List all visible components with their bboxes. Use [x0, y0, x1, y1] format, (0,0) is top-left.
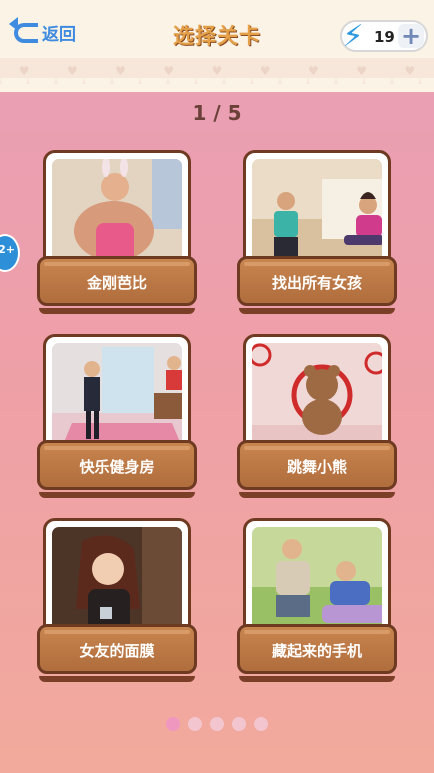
page-dot-4[interactable] — [232, 717, 246, 731]
level-card-6[interactable]: 藏起来的手机 — [237, 518, 397, 684]
level-card-3[interactable]: 快乐健身房 — [37, 334, 197, 500]
level-card-1[interactable]: 金刚芭比 — [37, 150, 197, 316]
level-thumbnail-gym — [52, 343, 182, 449]
level-title: 女友的面膜 — [37, 624, 197, 674]
level-title: 找出所有女孩 — [237, 256, 397, 306]
level-title: 跳舞小熊 — [237, 440, 397, 490]
level-title: 快乐健身房 — [37, 440, 197, 490]
level-title: 金刚芭比 — [37, 256, 197, 306]
level-thumbnail-find-girls — [252, 159, 382, 265]
page-dot-1[interactable] — [166, 717, 180, 731]
level-card-4[interactable]: 跳舞小熊 — [237, 334, 397, 500]
level-thumbnail-dancing-bear — [252, 343, 382, 449]
energy-counter: ⚡ 19 + — [340, 19, 428, 54]
page-indicator: 1 / 5 — [192, 101, 242, 125]
level-thumbnail-hidden-phone — [252, 527, 382, 633]
page-dot-3[interactable] — [210, 717, 224, 731]
level-thumbnail-bodybuilder-bunny — [52, 159, 182, 265]
page-dot-5[interactable] — [254, 717, 268, 731]
level-card-5[interactable]: 女友的面膜 — [37, 518, 197, 684]
heart-band: ♥ ♥ ♥ ♥ ♥ ♥ ♥ ♥ ♥ — [0, 58, 434, 84]
lightning-bolt-icon: ⚡ — [342, 19, 364, 54]
page-dots — [0, 717, 434, 731]
level-thumbnail-face-mask — [52, 527, 182, 633]
energy-count: 19 — [374, 28, 395, 46]
add-energy-button[interactable]: + — [398, 24, 424, 48]
page-dot-2[interactable] — [188, 717, 202, 731]
level-card-2[interactable]: 找出所有女孩 — [237, 150, 397, 316]
side-badge[interactable]: 2+ — [0, 234, 20, 272]
level-title: 藏起来的手机 — [237, 624, 397, 674]
